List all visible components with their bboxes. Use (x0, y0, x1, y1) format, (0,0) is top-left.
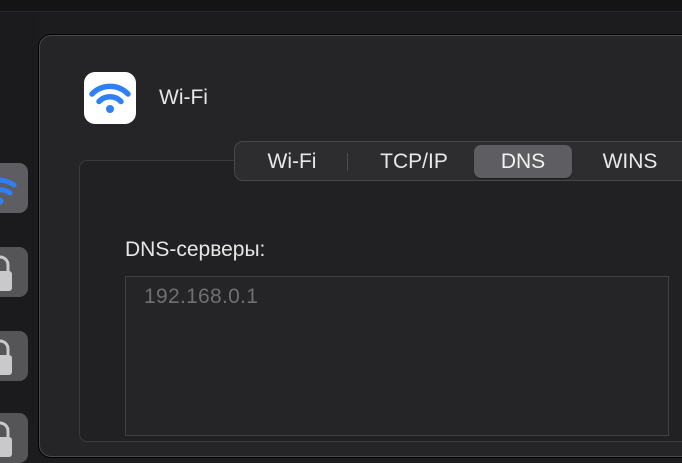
tab-wins[interactable]: WINS (580, 145, 680, 178)
window-title-bar (0, 0, 682, 12)
dns-servers-list[interactable]: 192.168.0.1 (125, 276, 669, 436)
sidebar-item-lock-3[interactable] (0, 413, 28, 463)
background-sidebar (0, 12, 38, 463)
tab-wifi[interactable]: Wi-Fi (249, 145, 335, 178)
sidebar-item-wifi[interactable] (0, 163, 28, 213)
list-item[interactable]: 192.168.0.1 (144, 285, 258, 309)
sidebar-item-lock-2[interactable] (0, 331, 28, 381)
app-icon (84, 72, 136, 124)
tab-tcpip[interactable]: TCP/IP (359, 145, 469, 178)
window-title: Wi-Fi (159, 86, 208, 109)
dns-servers-label: DNS-серверы: (125, 238, 266, 261)
sidebar-item-lock-1[interactable] (0, 247, 28, 297)
tab-bar: Wi-Fi TCP/IP DNS WINS (234, 141, 682, 181)
tab-divider (347, 153, 348, 171)
tab-dns[interactable]: DNS (474, 145, 572, 178)
